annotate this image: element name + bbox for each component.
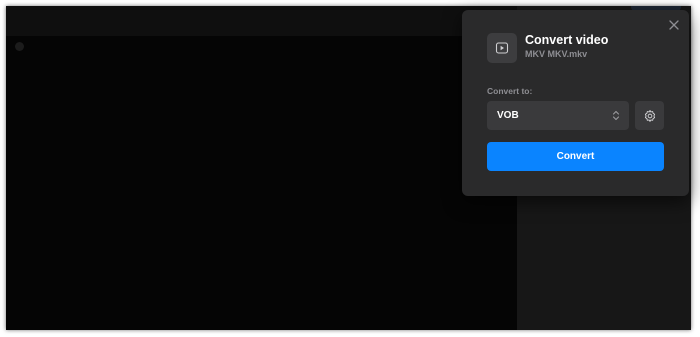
chevron-up-down-icon (612, 110, 620, 121)
video-control-dot (15, 42, 24, 51)
convert-to-label: Convert to: (487, 86, 533, 96)
video-preview (6, 6, 517, 330)
file-name: MKV MKV.mkv (525, 49, 588, 59)
settings-button[interactable] (635, 101, 664, 130)
gear-icon (644, 109, 655, 122)
convert-button[interactable]: Convert (487, 142, 664, 171)
close-button[interactable] (666, 17, 682, 33)
format-select-value: VOB (497, 110, 519, 121)
convert-video-dialog: Convert video MKV MKV.mkv Convert to: VO… (462, 10, 689, 196)
video-toolbar (6, 6, 517, 36)
file-thumbnail (487, 33, 517, 63)
dialog-title: Convert video (525, 33, 609, 47)
format-select[interactable]: VOB (487, 101, 629, 130)
close-icon (669, 20, 679, 30)
video-play-icon (495, 42, 509, 54)
